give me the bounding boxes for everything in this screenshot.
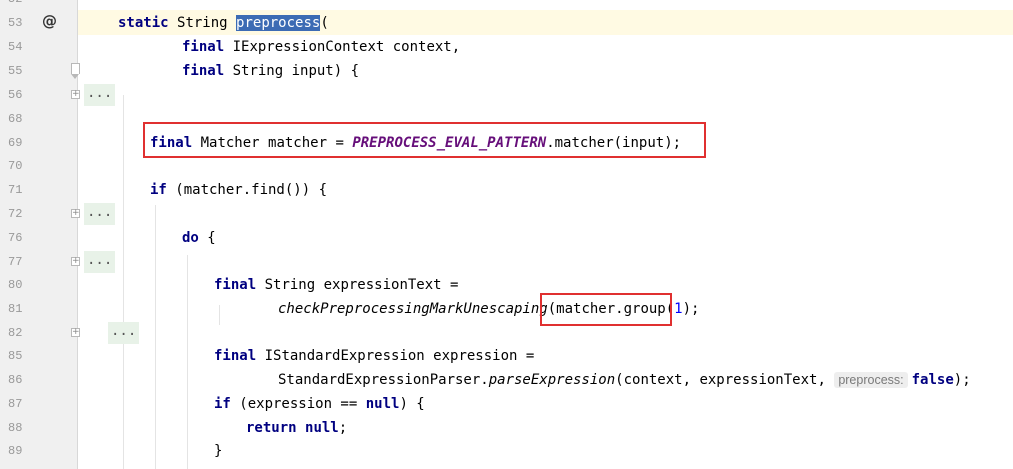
code-text: IExpressionContext context,: [232, 39, 461, 55]
code-text: String input) {: [232, 63, 360, 79]
code-line-89[interactable]: }: [214, 441, 222, 461]
code-text: (context, expressionText,: [615, 372, 835, 388]
code-line-53[interactable]: static String preprocess(: [118, 13, 329, 33]
folded-region[interactable]: ...: [84, 251, 116, 273]
keyword: null: [305, 420, 339, 436]
line-number: 54: [8, 40, 23, 54]
code-text: IStandardExpression expression =: [264, 348, 535, 364]
code-line-71[interactable]: if (matcher.find()) {: [150, 180, 327, 200]
keyword: final: [214, 277, 257, 293]
method-call: checkPreprocessingMarkUnescaping: [278, 301, 548, 317]
line-number: 88: [8, 421, 23, 435]
keyword: final: [182, 63, 225, 79]
keyword: final: [182, 39, 225, 55]
code-line-86[interactable]: StandardExpressionParser.parseExpression…: [278, 370, 971, 390]
code-line-55[interactable]: final String input) {: [182, 61, 359, 81]
code-line-80[interactable]: final String expressionText =: [214, 275, 458, 295]
line-number: 68: [8, 112, 23, 126]
code-text: );: [953, 372, 971, 388]
annotation-box: [540, 293, 672, 326]
fold-marker-icon[interactable]: [71, 63, 80, 79]
folded-region[interactable]: ...: [108, 322, 140, 344]
line-number: 76: [8, 231, 23, 245]
line-number: 85: [8, 349, 23, 363]
line-number: 80: [8, 278, 23, 292]
at-icon[interactable]: @: [42, 12, 57, 30]
keyword: do: [182, 230, 199, 246]
indent-guide: [123, 95, 124, 469]
fold-marker-icon[interactable]: +: [71, 328, 80, 337]
parameter-hint: preprocess:: [834, 372, 908, 388]
keyword: if: [150, 182, 167, 198]
line-number: 81: [8, 302, 23, 316]
code-text: ;: [338, 420, 348, 436]
line-number: 53: [8, 16, 23, 30]
line-number: 71: [8, 183, 23, 197]
code-text: ) {: [399, 396, 425, 412]
line-number: 82: [8, 326, 23, 340]
line-number: 56: [8, 88, 23, 102]
line-number: 87: [8, 397, 23, 411]
code-text: StandardExpressionParser.: [278, 372, 489, 388]
line-number: 70: [8, 159, 23, 173]
type-name: String: [177, 15, 228, 31]
code-line-88[interactable]: return null;: [246, 418, 347, 438]
line-number: 52: [8, 0, 30, 7]
code-line-87[interactable]: if (expression == null) {: [214, 394, 425, 414]
line-number: 72: [8, 207, 23, 221]
keyword: false: [911, 372, 954, 388]
indent-guide: [155, 205, 156, 469]
code-text: (expression ==: [230, 396, 366, 412]
fold-marker-icon[interactable]: +: [71, 209, 80, 218]
code-text: (matcher.find()) {: [166, 182, 328, 198]
keyword: static: [118, 15, 169, 31]
number-literal: 1: [674, 301, 683, 317]
folded-region[interactable]: ...: [84, 84, 116, 106]
keyword: return: [246, 420, 297, 436]
code-text: );: [682, 301, 700, 317]
fold-marker-icon[interactable]: +: [71, 257, 80, 266]
keyword: if: [214, 396, 231, 412]
keyword: null: [365, 396, 400, 412]
method-name-selected[interactable]: preprocess: [236, 15, 321, 31]
code-text: (: [320, 15, 329, 31]
line-number: 55: [8, 64, 23, 78]
line-number: 89: [8, 444, 23, 458]
method-call: parseExpression: [488, 372, 616, 388]
folded-region[interactable]: ...: [84, 203, 116, 225]
code-text: {: [198, 230, 216, 246]
indent-guide: [219, 305, 220, 325]
line-number: 86: [8, 373, 23, 387]
code-text: }: [214, 443, 223, 459]
keyword: final: [214, 348, 257, 364]
code-line-85[interactable]: final IStandardExpression expression =: [214, 346, 534, 366]
code-text: String expressionText =: [264, 277, 459, 293]
indent-guide: [187, 255, 188, 469]
line-number: 77: [8, 255, 23, 269]
code-line-54[interactable]: final IExpressionContext context,: [182, 37, 460, 57]
fold-marker-icon[interactable]: +: [71, 90, 80, 99]
line-number: 69: [8, 136, 23, 150]
annotation-box: [143, 122, 706, 158]
code-line-76[interactable]: do {: [182, 228, 216, 248]
